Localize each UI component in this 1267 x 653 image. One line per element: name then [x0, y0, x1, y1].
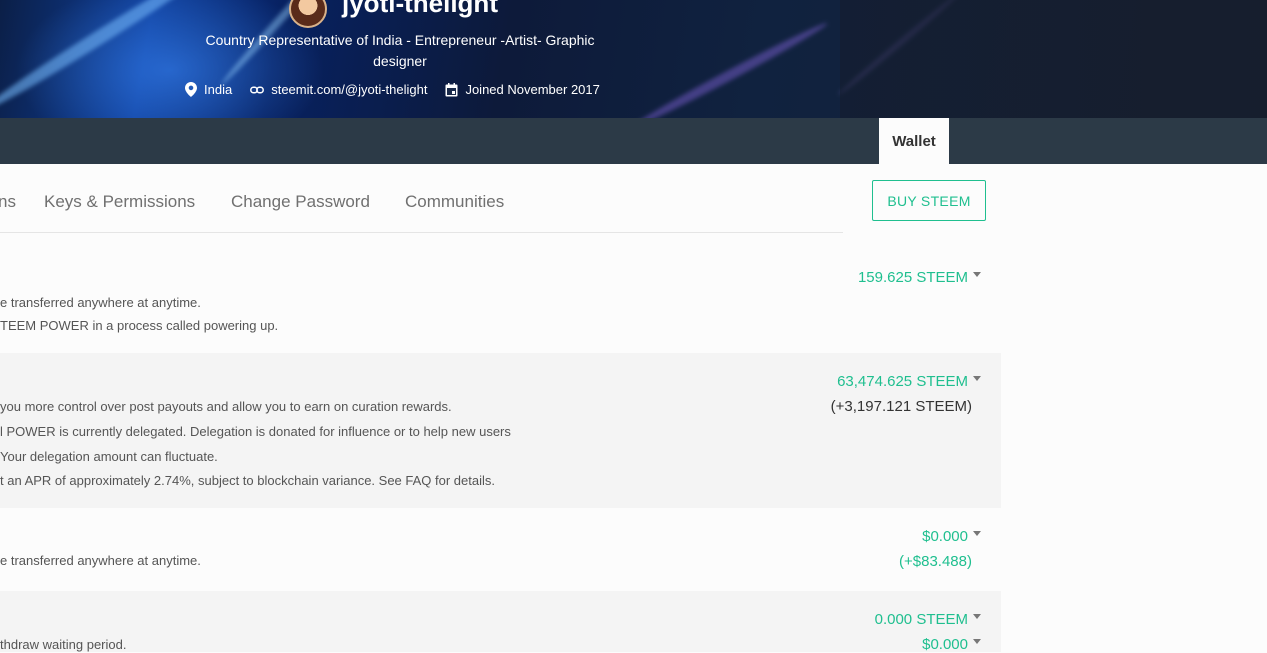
- savings-steem-dropdown[interactable]: 0.000 STEEM: [875, 611, 981, 628]
- delegated-steem-power: (+3,197.121 STEEM): [830, 398, 972, 415]
- steem-power-balance: 63,474.625 STEEM: [837, 373, 968, 390]
- caret-down-icon: [973, 614, 981, 619]
- avatar[interactable]: [289, 0, 327, 28]
- subnav-item-communities[interactable]: Communities: [405, 192, 504, 212]
- caret-down-icon: [973, 376, 981, 381]
- wallet-row-steem-dollars: e transferred anywhere at anytime. $0.00…: [0, 508, 1001, 591]
- steem-power-dropdown[interactable]: 63,474.625 STEEM: [837, 373, 981, 390]
- subnav-item-keys-permissions[interactable]: Keys & Permissions: [44, 192, 195, 212]
- tab-wallet[interactable]: Wallet: [879, 118, 949, 164]
- wallet-row-steem: e transferred anywhere at anytime. TEEM …: [0, 233, 1001, 353]
- wallet-subnav: ns Keys & Permissions Change Password Co…: [0, 164, 843, 233]
- savings-sbd-dropdown[interactable]: $0.000: [922, 636, 981, 653]
- caret-down-icon: [973, 272, 981, 277]
- row-description-line: l POWER is currently delegated. Delegati…: [0, 424, 511, 439]
- savings-steem-balance: 0.000 STEEM: [874, 611, 968, 628]
- profile-location: India: [185, 82, 232, 97]
- website-link[interactable]: steemit.com/@jyoti-thelight: [271, 82, 427, 97]
- caret-down-icon: [973, 639, 981, 644]
- savings-sbd-balance: $0.000: [922, 636, 968, 653]
- subnav-item-change-password[interactable]: Change Password: [231, 192, 370, 212]
- steem-balance: 159.625 STEEM: [857, 269, 968, 286]
- link-icon: [250, 86, 265, 93]
- row-description-line: TEEM POWER in a process called powering …: [0, 318, 279, 333]
- row-description-line: e transferred anywhere at anytime.: [0, 553, 201, 568]
- subnav-item-permissions[interactable]: ns: [0, 192, 16, 212]
- wallet-row-steem-power: you more control over post payouts and a…: [0, 353, 1001, 508]
- profile-website[interactable]: steemit.com/@jyoti-thelight: [250, 82, 427, 97]
- pending-steem-dollars: (+$83.488): [899, 553, 972, 570]
- profile-joined: Joined November 2017: [445, 82, 600, 97]
- profile-about: Country Representative of India - Entrep…: [205, 32, 595, 69]
- wallet-row-savings: thdraw waiting period. 0.000 STEEM $0.00…: [0, 591, 1001, 653]
- row-description-line: Your delegation amount can fluctuate.: [0, 449, 218, 464]
- caret-down-icon: [973, 531, 981, 536]
- steem-dollars-dropdown[interactable]: $0.000: [922, 528, 981, 545]
- row-description-line: thdraw waiting period.: [0, 637, 127, 652]
- calendar-icon: [445, 82, 458, 96]
- profile-navbar: Wallet: [0, 118, 1267, 164]
- location-pin-icon: [185, 82, 197, 97]
- profile-banner: jyoti-thelight Country Representative of…: [0, 0, 1267, 118]
- joined-text: Joined November 2017: [465, 82, 600, 97]
- row-description-line: e transferred anywhere at anytime.: [0, 295, 201, 310]
- profile-name: jyoti-thelight: [342, 0, 498, 18]
- row-description-line: you more control over post payouts and a…: [0, 399, 452, 414]
- steem-balance-dropdown[interactable]: 159.625 STEEM: [858, 269, 981, 286]
- row-description-line: t an APR of approximately 2.74%, subject…: [0, 473, 495, 488]
- location-text: India: [204, 82, 233, 97]
- steem-dollars-balance: $0.000: [922, 528, 968, 545]
- profile-meta: India steemit.com/@jyoti-thelight Joined…: [185, 82, 618, 97]
- buy-steem-button[interactable]: BUY STEEM: [872, 180, 986, 221]
